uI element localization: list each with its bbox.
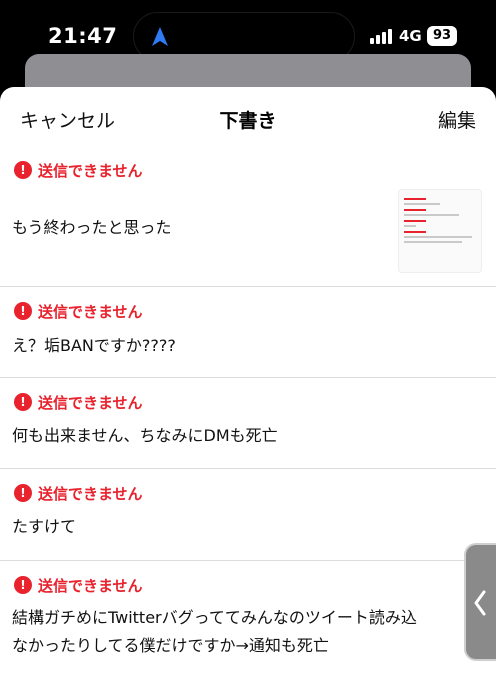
draft-item[interactable]: ! 送信できません え？垢BANですか???? <box>0 287 496 378</box>
error-row: ! 送信できません <box>14 160 143 180</box>
error-label: 送信できません <box>38 302 143 321</box>
draft-text: もう終わったと思った <box>12 218 172 237</box>
draft-item[interactable]: ! 送信できません たすけて <box>0 469 496 561</box>
battery-icon: 93 <box>427 26 457 46</box>
sheet-header: キャンセル 下書き 編集 <box>0 87 496 149</box>
network-type: 4G <box>399 27 422 45</box>
draft-text-line2: なかったりしてる僕だけですか→通知も死亡 <box>12 636 329 655</box>
clock: 21:47 <box>48 24 118 48</box>
error-icon: ! <box>14 161 32 179</box>
draft-text: え？垢BANですか???? <box>12 336 176 355</box>
draft-item[interactable]: ! 送信できません 結構ガチめにTwitterバグっててみんなのツイート読み込 … <box>0 561 496 680</box>
error-icon: ! <box>14 576 32 594</box>
draft-text: 結構ガチめにTwitterバグっててみんなのツイート読み込 <box>12 608 417 627</box>
edit-button[interactable]: 編集 <box>438 106 476 133</box>
draft-item[interactable]: ! 送信できません もう終わったと思った <box>0 149 496 287</box>
draft-thumbnail[interactable] <box>398 189 482 273</box>
error-row: ! 送信できません <box>14 575 143 595</box>
error-icon: ! <box>14 302 32 320</box>
error-label: 送信できません <box>38 393 143 412</box>
error-row: ! 送信できません <box>14 483 143 503</box>
error-label: 送信できません <box>38 484 143 503</box>
navigation-arrow-icon <box>152 27 168 46</box>
error-icon: ! <box>14 484 32 502</box>
error-icon: ! <box>14 393 32 411</box>
side-panel-handle[interactable] <box>464 543 496 661</box>
draft-text: たすけて <box>12 517 77 536</box>
draft-item[interactable]: ! 送信できません 何も出来ません、ちなみにDMも死亡 <box>0 378 496 469</box>
error-row: ! 送信できません <box>14 301 143 321</box>
battery-level: 93 <box>432 28 452 43</box>
error-label: 送信できません <box>38 161 143 180</box>
cellular-signal-icon <box>370 29 392 44</box>
chevron-left-icon <box>474 590 486 616</box>
drafts-sheet: キャンセル 下書き 編集 ! 送信できません もう終わったと思った ! 送信でき… <box>0 87 496 680</box>
draft-text: 何も出来ません、ちなみにDMも死亡 <box>12 426 278 445</box>
cancel-button[interactable]: キャンセル <box>20 106 115 133</box>
error-row: ! 送信できません <box>14 392 143 412</box>
error-label: 送信できません <box>38 576 143 595</box>
